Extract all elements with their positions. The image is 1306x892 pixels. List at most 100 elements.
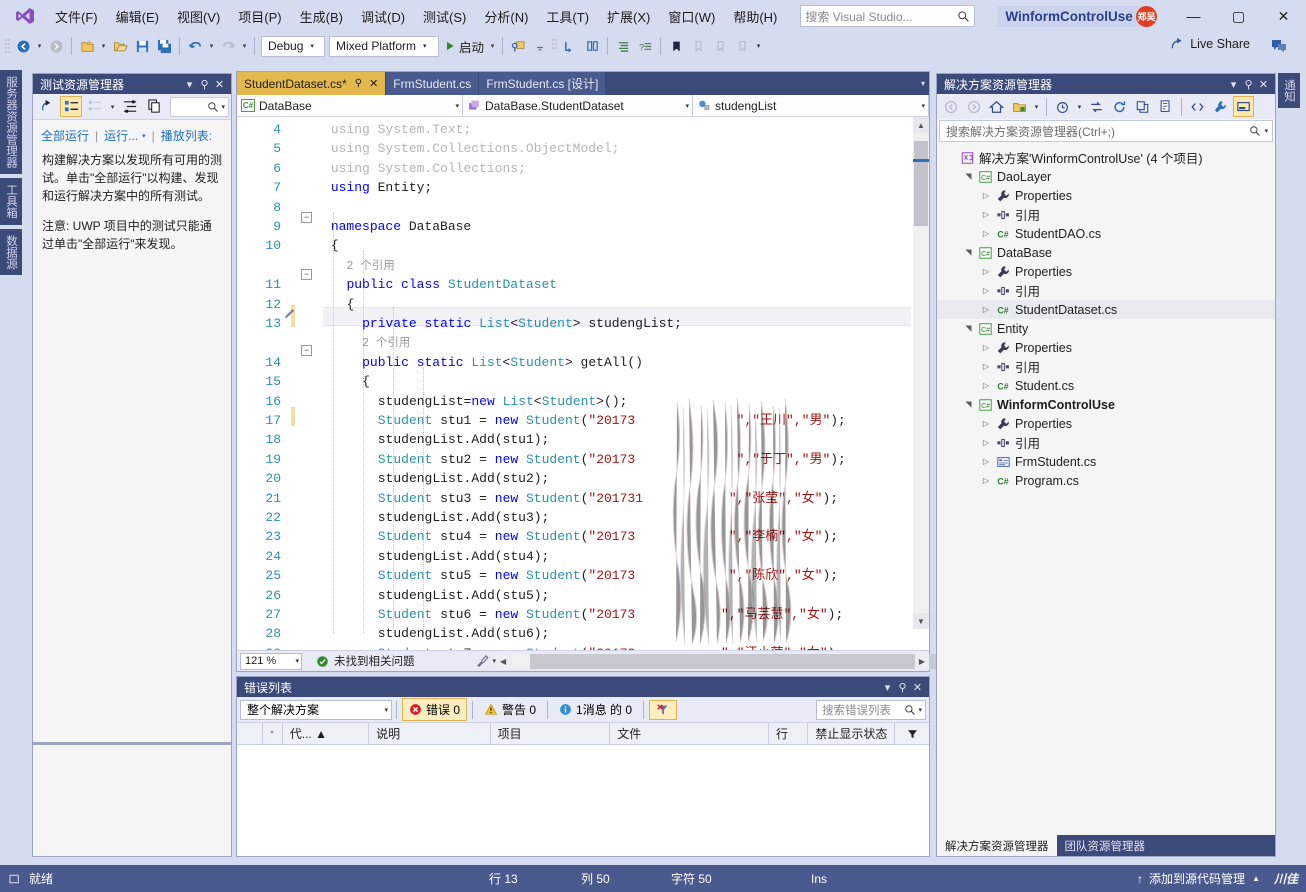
show-test-list-icon[interactable] [60, 96, 82, 117]
toolbar-overflow-icon[interactable]: ▾ [753, 42, 764, 50]
test-search-dropdown-icon[interactable]: ▾ [221, 103, 225, 111]
dock-tab-notifications[interactable]: 通知 [1278, 73, 1300, 108]
feedback-icon[interactable] [1268, 35, 1290, 57]
fold-marker-method[interactable]: − [301, 345, 312, 356]
collapse-all-icon[interactable] [1132, 96, 1153, 117]
expander-collapsed-icon[interactable]: ▷ [979, 457, 993, 466]
code-line[interactable]: using Entity; [331, 178, 432, 197]
solution-tree-item[interactable]: ▷ Properties [937, 262, 1275, 281]
expander-collapsed-icon[interactable]: ▷ [979, 343, 993, 352]
code-line[interactable]: private static List<Student> studengList… [362, 314, 682, 333]
expander-collapsed-icon[interactable]: ▷ [979, 229, 993, 238]
solution-tree-item[interactable]: ▷ 引用 [937, 205, 1275, 224]
error-col-marker[interactable] [263, 722, 283, 745]
menu-item-window[interactable]: 窗口(W) [659, 3, 724, 30]
code-line[interactable]: 2 个引用 [362, 333, 410, 353]
code-line[interactable]: { [346, 295, 354, 314]
messages-filter-button[interactable]: 1消息 的 0 [553, 699, 638, 720]
expander-collapsed-icon[interactable]: ▷ [979, 476, 993, 485]
editor-zoom-combo[interactable]: 121 % ▾ [240, 652, 302, 670]
step-into-icon[interactable] [559, 35, 581, 57]
code-line[interactable]: { [362, 372, 370, 391]
nav-type-combo[interactable]: DataBase.StudentDataset ▾ [463, 95, 693, 116]
undo-dropdown-icon[interactable]: ▾ [206, 42, 217, 50]
menu-item-tools[interactable]: 工具(T) [537, 3, 598, 30]
menu-item-file[interactable]: 文件(F) [46, 3, 107, 30]
close-button[interactable]: ✕ [1261, 0, 1306, 32]
error-list-close-icon[interactable]: ✕ [910, 679, 925, 695]
solution-tree-item[interactable]: ▷ Properties [937, 186, 1275, 205]
solution-tree-item[interactable]: ▷ Properties [937, 414, 1275, 433]
solution-tree-item[interactable]: ▷ C# Program.cs [937, 471, 1275, 490]
group-by-dropdown-icon[interactable]: ▾ [107, 103, 118, 111]
code-line[interactable]: Student stu4 = new Student("20173 ","李楠"… [378, 527, 838, 546]
open-file-icon[interactable] [109, 35, 131, 57]
save-icon[interactable] [131, 35, 153, 57]
code-line[interactable]: studengList=new List<Student>(); [378, 392, 628, 411]
error-list-menu-icon[interactable]: ▾ [880, 679, 895, 695]
test-explorer-close-icon[interactable]: ✕ [212, 76, 227, 92]
test-explorer-menu-icon[interactable]: ▾ [182, 76, 197, 92]
editor-tab-frmstudent[interactable]: FrmStudent.cs [386, 72, 479, 95]
code-line[interactable]: studengList.Add(stu5); [378, 586, 550, 605]
menu-item-analyze[interactable]: 分析(N) [475, 3, 537, 30]
solution-tree-item[interactable]: ◢ C# Entity [937, 319, 1275, 338]
step-over-icon[interactable] [581, 35, 603, 57]
process-dropdown-icon[interactable] [529, 35, 551, 57]
solution-tree-item[interactable]: ▷ 引用 [937, 357, 1275, 376]
test-search-input[interactable]: ▾ [170, 96, 229, 117]
preview-selected-items-icon[interactable] [1233, 96, 1254, 117]
error-col-filter-icon[interactable] [895, 723, 929, 745]
solution-explorer-menu-icon[interactable]: ▾ [1226, 76, 1241, 92]
toolbar-grip-2[interactable] [551, 37, 559, 55]
expander-expanded-icon[interactable]: ◢ [964, 322, 973, 336]
error-col-project[interactable]: 项目 [491, 722, 611, 745]
expander-collapsed-icon[interactable]: ▷ [979, 267, 993, 276]
undo-icon[interactable] [184, 35, 206, 57]
solution-tree-item[interactable]: ▷ C# Student.cs [937, 376, 1275, 395]
navigate-backward-icon[interactable] [12, 35, 34, 57]
pending-changes-icon[interactable] [1009, 96, 1030, 117]
expander-expanded-icon[interactable]: ◢ [964, 398, 973, 412]
editor-issue-status[interactable]: 未找到相关问题 [316, 653, 415, 669]
expander-collapsed-icon[interactable]: ▷ [979, 286, 993, 295]
start-debug-button[interactable]: 启动 [441, 35, 487, 57]
code-line[interactable]: public class StudentDataset [346, 275, 557, 294]
scroll-down-arrow[interactable]: ▼ [913, 613, 929, 629]
attach-to-process-icon[interactable] [507, 35, 529, 57]
expand-collapse-icon[interactable] [119, 96, 141, 117]
run-link[interactable]: 运行... [104, 127, 138, 144]
start-debug-dropdown-icon[interactable]: ▾ [487, 42, 498, 50]
comment-icon[interactable]: ? [634, 35, 656, 57]
code-line[interactable]: studengList.Add(stu3); [378, 508, 550, 527]
menu-item-extensions[interactable]: 扩展(X) [598, 3, 659, 30]
code-line[interactable]: using System.Text; [331, 120, 471, 139]
menu-item-project[interactable]: 项目(P) [229, 3, 290, 30]
tab-overflow-dropdown-icon[interactable]: ▾ [921, 72, 925, 95]
error-col-line[interactable]: 行 [769, 722, 809, 745]
scroll-right-arrow[interactable]: ▶ [915, 653, 929, 669]
menu-item-help[interactable]: 帮助(H) [724, 3, 786, 30]
error-col-description[interactable]: 说明 [369, 722, 491, 745]
show-all-files-icon[interactable] [1155, 96, 1176, 117]
new-project-icon[interactable] [76, 35, 98, 57]
code-editor-surface[interactable]: − − − 4 using System.Text; 5 using System.C… [237, 117, 929, 651]
expander-expanded-icon[interactable]: ◢ [964, 246, 973, 260]
run-tests-icon[interactable] [36, 96, 58, 117]
maximize-button[interactable]: ▢ [1216, 0, 1261, 32]
error-list-pin-icon[interactable]: ⚲ [895, 679, 910, 695]
expander-collapsed-icon[interactable]: ▷ [979, 191, 993, 200]
navigate-forward-icon[interactable] [45, 35, 67, 57]
expander-collapsed-icon[interactable]: ▷ [979, 362, 993, 371]
scroll-up-arrow[interactable]: ▲ [913, 117, 929, 133]
solution-tree-item[interactable]: ▷ 引用 [937, 433, 1275, 452]
code-line[interactable]: studengList.Add(stu1); [378, 430, 550, 449]
save-all-icon[interactable] [153, 35, 175, 57]
user-avatar[interactable]: 郑吴 [1136, 6, 1157, 27]
solution-tree-item[interactable]: ▷ FrmStudent.cs [937, 452, 1275, 471]
filter-dropdown-icon[interactable]: ▾ [1074, 103, 1085, 111]
error-col-suppression[interactable]: 禁止显示状态 [808, 722, 896, 745]
close-tab-icon[interactable]: ✕ [369, 77, 378, 90]
code-line[interactable]: Student stu5 = new Student("20173 ","陈欣"… [378, 566, 838, 585]
pending-changes-dropdown-icon[interactable]: ▾ [1031, 103, 1042, 111]
